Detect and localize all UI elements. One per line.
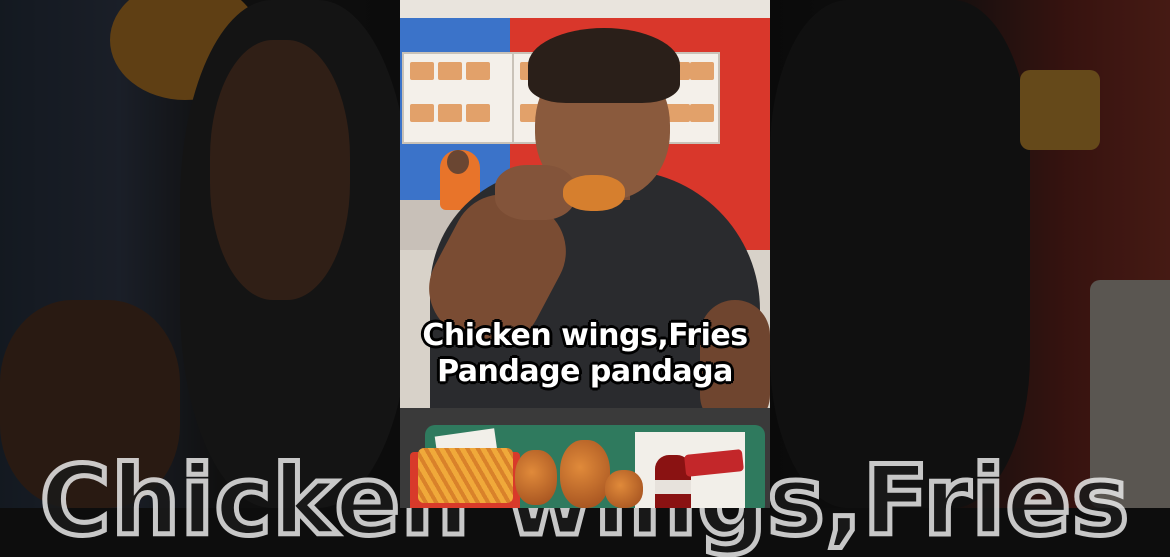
caption-line-1: Chicken wings,Fries [422, 318, 748, 353]
blurred-background-left [0, 0, 400, 508]
blurred-background-right [770, 0, 1170, 508]
chicken-wing [560, 440, 610, 508]
ceiling [400, 0, 770, 18]
soda-bottle-label [655, 480, 691, 494]
video-caption: Chicken wings,Fries Pandage pandaga [400, 318, 770, 390]
chicken-wing [515, 450, 557, 505]
person-hair [528, 28, 680, 103]
background-person-head [447, 150, 469, 174]
caption-line-2: Pandage pandaga [437, 354, 733, 389]
chicken-wing [605, 470, 643, 508]
chicken-wing-in-hand [563, 175, 625, 211]
french-fries [418, 448, 513, 503]
video-frame [400, 0, 770, 508]
menu-board [402, 52, 516, 144]
